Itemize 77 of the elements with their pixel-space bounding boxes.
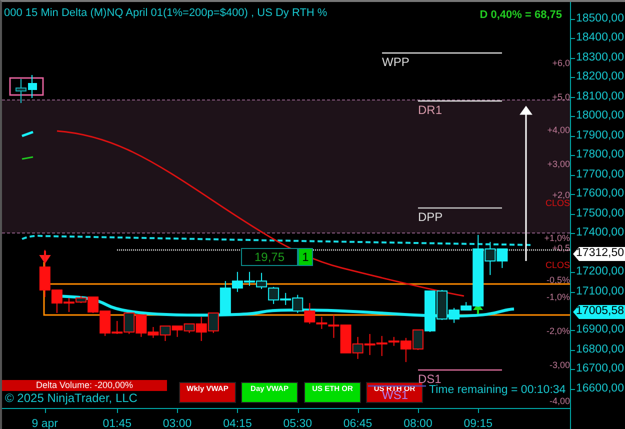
price-axis-label: 17400,00 (576, 226, 624, 240)
down-arrow-icon (40, 250, 50, 264)
candle-wick (309, 302, 310, 324)
percent-label: +0,5 (552, 244, 570, 253)
delta-readout: D 0,40% = 68,75 (480, 10, 562, 21)
candle-wick (68, 297, 70, 312)
percent-label: CLOS (545, 199, 570, 208)
time-axis-label: 01:45 (102, 417, 132, 429)
percent-label: +5,0 (552, 93, 570, 102)
price-axis-label: 17200,00 (576, 264, 624, 280)
candle-body (496, 248, 508, 262)
price-axis-label: 18100,00 (576, 89, 624, 104)
time-axis-label: 09:15 (464, 417, 493, 429)
time-axis-label: 03:00 (162, 417, 192, 429)
candle-wick (236, 271, 238, 292)
delta-volume-bar: Delta Volume: -200,00% (2, 380, 167, 391)
candle-wick (454, 307, 455, 324)
price-marker: 17312,50 (573, 247, 625, 261)
candle-wick (249, 271, 250, 286)
candle-wick (200, 316, 202, 342)
legend-candle-drawing (9, 74, 44, 104)
pivot-label: DS1 (418, 373, 442, 385)
price-marker: 17005,58 (573, 305, 625, 319)
price-axis-label: 16900,00 (576, 322, 624, 338)
indicator-mark (22, 130, 34, 138)
percent-label: -4,00 (549, 397, 570, 406)
up-arrow-icon (520, 106, 532, 262)
candle-wick (44, 249, 46, 298)
candle-wick (333, 314, 334, 338)
price-axis-label: 16800,00 (576, 342, 624, 358)
percent-label: CLOS (545, 261, 570, 270)
time-axis-label: 08:00 (404, 417, 432, 429)
price-axis-label: 18500,00 (576, 11, 624, 26)
candle-wick (152, 326, 154, 338)
order-quantity-tag: 1 (298, 248, 313, 266)
price-axis-label: 18300,00 (576, 50, 624, 66)
percent-label: +4,00 (547, 126, 570, 135)
price-axis-label: 17100,00 (576, 284, 624, 299)
order-price-tag: 19,75 (241, 248, 298, 266)
price-axis-label: 18200,00 (576, 70, 624, 85)
candle-wick (321, 316, 322, 330)
candle-wick (369, 334, 370, 356)
percent-label: +1,0% (544, 234, 570, 243)
price-axis-label: 16600,00 (576, 381, 624, 396)
pivot-line (368, 385, 426, 387)
chart-title: 000 15 Min Delta (M)NQ April 01(1%=200p=$400) , US Dy RTH % (4, 8, 328, 19)
price-axis-label: 17900,00 (576, 128, 624, 144)
time-axis-label: 05:30 (283, 417, 312, 429)
percent-label: +2,0 (552, 191, 570, 200)
price-axis-label: 17500,00 (576, 206, 624, 222)
candle-wick (261, 272, 262, 290)
candle-wick (381, 335, 382, 356)
price-axis-label: 17700,00 (576, 167, 624, 182)
candle-wick (357, 336, 358, 360)
pivot-label: DR1 (418, 104, 442, 116)
percent-label: -1,0% (546, 293, 570, 302)
percent-label: +3,00 (547, 160, 570, 169)
price-axis-label: 18000,00 (576, 108, 624, 124)
candle-wick (405, 337, 406, 363)
percent-label: +6,0 (552, 59, 570, 68)
copyright-text: © 2025 NinjaTrader, LLC (5, 392, 138, 404)
price-axis-label: 17600,00 (576, 186, 624, 202)
time-axis-label: 06:45 (343, 417, 372, 429)
pivot-label: WPP (382, 56, 410, 68)
time-remaining-text: Time remaining = 00:10:34 (429, 385, 566, 396)
percent-label: -0,5% (546, 276, 570, 285)
candle-wick (285, 292, 286, 306)
price-axis-label: 16700,00 (576, 362, 624, 377)
indicator-mark (22, 156, 34, 160)
candle-wick (490, 241, 491, 276)
percent-label: -2,0% (546, 327, 570, 336)
price-axis-label: 18400,00 (576, 30, 624, 46)
price-axis-label: 17800,00 (576, 148, 624, 163)
percent-label: -3,00 (549, 361, 570, 370)
time-axis-label: 04:15 (223, 417, 252, 429)
pivot-label: DPP (418, 211, 443, 223)
candle-wick (116, 320, 118, 334)
